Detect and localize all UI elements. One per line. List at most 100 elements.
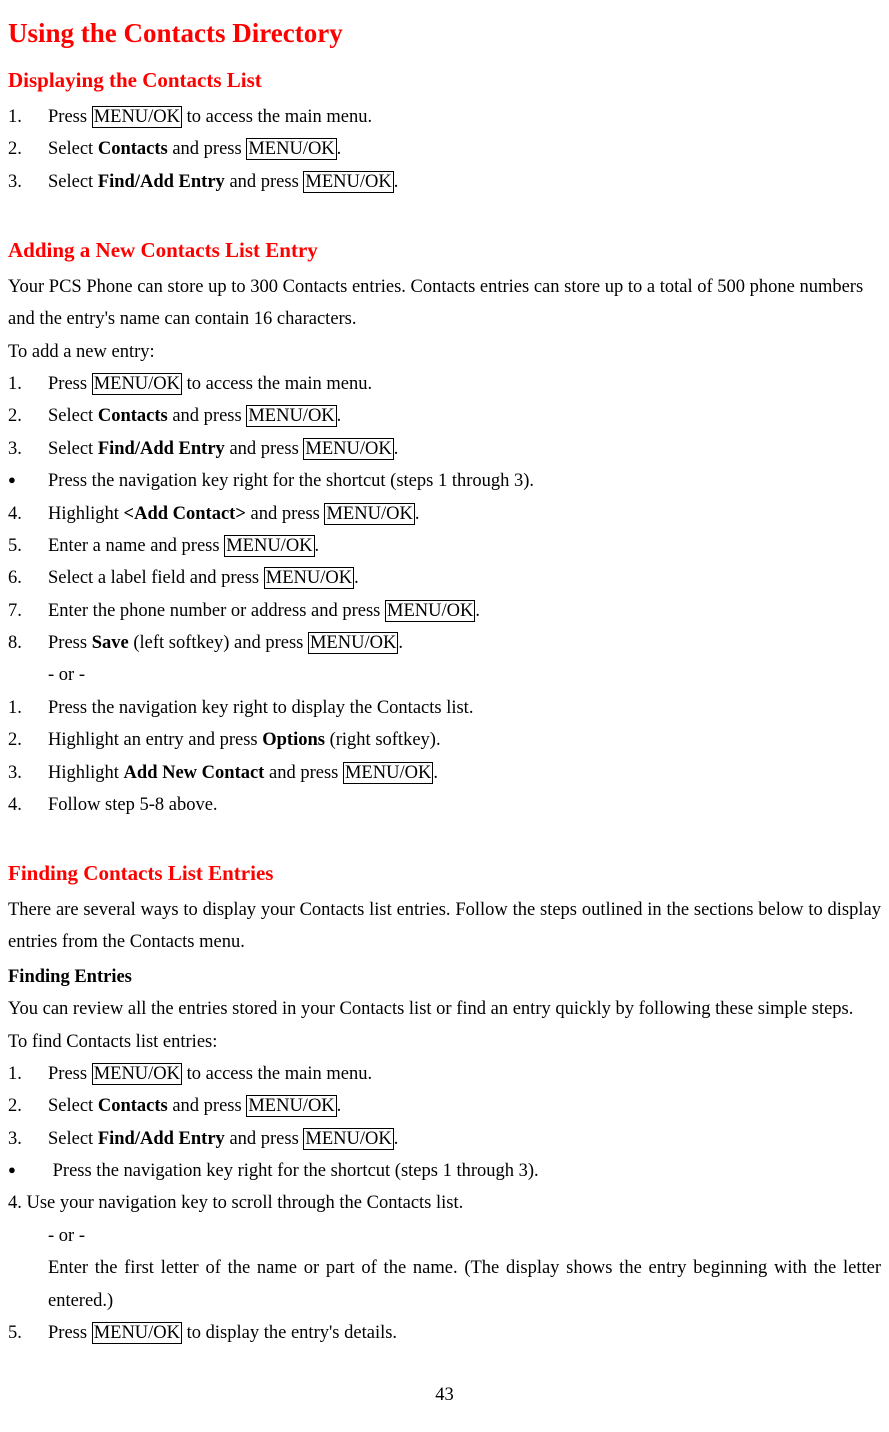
paragraph: Enter the first letter of the name or pa… — [8, 1252, 881, 1317]
list-item: 2.Select Contacts and press MENU/OK. — [8, 400, 881, 432]
text: Select — [48, 172, 98, 192]
text: Highlight an entry and press — [48, 730, 262, 750]
list-item: 6.Select a label field and press MENU/OK… — [8, 562, 881, 594]
paragraph: To find Contacts list entries: — [8, 1026, 881, 1058]
text: and press — [264, 763, 343, 783]
list-item: 3.Highlight Add New Contact and press ME… — [8, 757, 881, 789]
text: Select — [48, 406, 98, 426]
list-item: ●Press the navigation key right for the … — [8, 465, 881, 497]
list-finding: 1.Press MENU/OK to access the main menu.… — [8, 1058, 881, 1188]
key-label: MENU/OK — [385, 600, 475, 622]
text: to access the main menu. — [182, 374, 372, 394]
bold-text: Find/Add Entry — [98, 172, 225, 192]
text: and press — [246, 504, 325, 524]
text: to display the entry's details. — [182, 1323, 397, 1343]
list-item: 2.Select Contacts and press MENU/OK. — [8, 133, 881, 165]
list-finding-cont: 5.Press MENU/OK to display the entry's d… — [8, 1317, 881, 1349]
bold-text: Add New Contact — [124, 763, 265, 783]
text: . — [394, 439, 399, 459]
text: (right softkey). — [325, 730, 441, 750]
key-label: MENU/OK — [92, 106, 182, 128]
list-item: 2.Highlight an entry and press Options (… — [8, 724, 881, 756]
paragraph: Your PCS Phone can store up to 300 Conta… — [8, 271, 881, 336]
bold-text: Find/Add Entry — [98, 439, 225, 459]
text: Press — [48, 1323, 92, 1343]
key-label: MENU/OK — [343, 762, 433, 784]
text: Highlight — [48, 763, 124, 783]
text: . — [315, 536, 320, 556]
key-label: MENU/OK — [224, 535, 314, 557]
list-item: ● Press the navigation key right for the… — [8, 1155, 881, 1187]
bold-text: Contacts — [98, 139, 168, 159]
list-item: 3.Select Find/Add Entry and press MENU/O… — [8, 433, 881, 465]
key-label: MENU/OK — [264, 567, 354, 589]
text: Select — [48, 1129, 98, 1149]
text: and press — [225, 172, 304, 192]
key-label: MENU/OK — [246, 1095, 336, 1117]
key-label: MENU/OK — [303, 438, 393, 460]
list-displaying: 1.Press MENU/OK to access the main menu.… — [8, 101, 881, 198]
section-heading-finding: Finding Contacts List Entries — [8, 855, 881, 892]
text: Select — [48, 1096, 98, 1116]
key-label: MENU/OK — [92, 1322, 182, 1344]
list-adding-alt: 1.Press the navigation key right to disp… — [8, 692, 881, 822]
key-label: MENU/OK — [92, 373, 182, 395]
key-label: MENU/OK — [324, 503, 414, 525]
text: . — [398, 633, 403, 653]
text: and press — [168, 1096, 247, 1116]
text: Select — [48, 139, 98, 159]
text: Highlight — [48, 504, 124, 524]
list-item: 5.Press MENU/OK to display the entry's d… — [8, 1317, 881, 1349]
key-label: MENU/OK — [92, 1063, 182, 1085]
text: (left softkey) and press — [129, 633, 308, 653]
text: Follow step 5-8 above. — [48, 795, 218, 815]
page-number: 43 — [8, 1379, 881, 1411]
section-heading-displaying: Displaying the Contacts List — [8, 62, 881, 99]
text: . — [415, 504, 420, 524]
text: Press — [48, 374, 92, 394]
paragraph: There are several ways to display your C… — [8, 894, 881, 959]
text: . — [337, 406, 342, 426]
list-item: 4.Follow step 5-8 above. — [8, 789, 881, 821]
text: Enter a name and press — [48, 536, 224, 556]
bold-text: Options — [262, 730, 325, 750]
subsection-heading: Finding Entries — [8, 961, 881, 993]
text: Press — [48, 1064, 92, 1084]
list-item: 3.Select Find/Add Entry and press MENU/O… — [8, 166, 881, 198]
text: . — [394, 1129, 399, 1149]
text: and press — [168, 406, 247, 426]
text: . — [337, 1096, 342, 1116]
section-heading-adding: Adding a New Contacts List Entry — [8, 232, 881, 269]
key-label: MENU/OK — [246, 138, 336, 160]
text: Press the navigation key right for the s… — [53, 1161, 539, 1181]
list-adding: 1.Press MENU/OK to access the main menu.… — [8, 368, 881, 659]
bold-text: <Add Contact> — [124, 504, 246, 524]
list-item: 1.Press MENU/OK to access the main menu. — [8, 1058, 881, 1090]
key-label: MENU/OK — [246, 405, 336, 427]
text: . — [394, 172, 399, 192]
list-item: 1.Press the navigation key right to disp… — [8, 692, 881, 724]
text: . — [433, 763, 438, 783]
list-item: 5.Enter a name and press MENU/OK. — [8, 530, 881, 562]
text: to access the main menu. — [182, 107, 372, 127]
text: Select — [48, 439, 98, 459]
text: Press — [48, 107, 92, 127]
key-label: MENU/OK — [308, 632, 398, 654]
list-item: 3.Select Find/Add Entry and press MENU/O… — [8, 1123, 881, 1155]
list-item: 1.Press MENU/OK to access the main menu. — [8, 101, 881, 133]
text: and press — [225, 1129, 304, 1149]
text: Enter the phone number or address and pr… — [48, 601, 385, 621]
list-item: 8.Press Save (left softkey) and press ME… — [8, 627, 881, 659]
bold-text: Find/Add Entry — [98, 1129, 225, 1149]
text: and press — [225, 439, 304, 459]
or-divider: - or - — [8, 659, 881, 691]
text: to access the main menu. — [182, 1064, 372, 1084]
or-divider: - or - — [8, 1220, 881, 1252]
bold-text: Contacts — [98, 406, 168, 426]
list-item: 2.Select Contacts and press MENU/OK. — [8, 1090, 881, 1122]
bold-text: Contacts — [98, 1096, 168, 1116]
list-item: 4.Highlight <Add Contact> and press MENU… — [8, 498, 881, 530]
key-label: MENU/OK — [303, 1128, 393, 1150]
text: and press — [168, 139, 247, 159]
bold-text: Save — [92, 633, 129, 653]
